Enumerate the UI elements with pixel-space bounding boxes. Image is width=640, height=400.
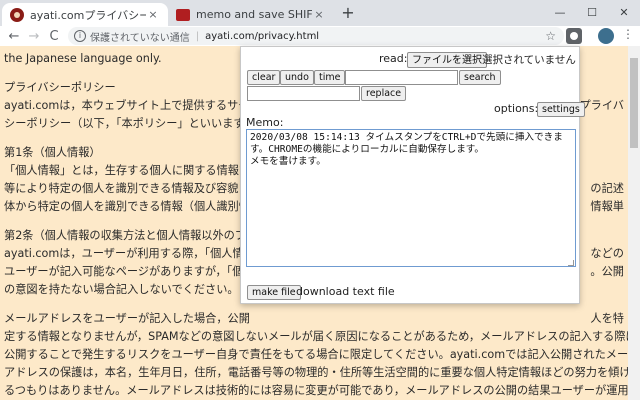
- page-text: の意図を持たない場合記入しないでください。: [4, 283, 239, 296]
- info-icon[interactable]: i: [74, 30, 86, 42]
- browser-menu-icon[interactable]: ⋮: [620, 27, 636, 41]
- clear-button[interactable]: clear: [247, 70, 281, 85]
- page-text: the Japanese language only.: [4, 52, 162, 65]
- page-text: シーポリシー（以下，「本ポリシー」といいます: [4, 117, 245, 130]
- page-text: ayati.comは，本ウェブサイト上で提供するサービ: [4, 99, 261, 112]
- page-text: ayati.comは，ユーザーが利用する際，「個人情報: [4, 247, 255, 260]
- memo-extension-icon[interactable]: [566, 28, 582, 44]
- page-text-fragment: などの: [590, 247, 624, 260]
- profile-avatar[interactable]: [598, 28, 614, 44]
- search-button[interactable]: search: [459, 70, 501, 85]
- tab-title: ayati.comプライバシーポリシー: [30, 8, 146, 22]
- url-text[interactable]: ayati.com/privacy.html: [205, 31, 319, 42]
- page-text-line: メールアドレスをユーザーが記入した場合，公開 人を特: [4, 310, 624, 328]
- back-button[interactable]: ←: [4, 29, 24, 44]
- tab-title: memo and save SHIFT-JIS text fil: [196, 8, 312, 21]
- memo-label: Memo:: [246, 116, 284, 129]
- tab-privacy-policy[interactable]: ayati.comプライバシーポリシー ×: [2, 3, 168, 26]
- browser-toolbar: ← → C i 保護されていない通信 | ayati.com/privacy.h…: [0, 26, 640, 46]
- page-text-fragment: プライバ: [579, 99, 624, 112]
- ayati-favicon-icon: [10, 7, 24, 22]
- page-text-line: アドレスの保護は，本名，生年月日，住所，電話番号等の物理的・住所等生活空間的に重…: [4, 364, 628, 382]
- bookmark-star-icon[interactable]: ☆: [545, 29, 556, 43]
- minimize-button[interactable]: —: [544, 0, 576, 26]
- page-text-line: 定する情報となりませんが，SPAMなどの意図しないメールが届く原因になることがあ…: [4, 328, 628, 346]
- security-status: 保護されていない通信: [90, 32, 190, 44]
- page-text-fragment: 人を特: [590, 312, 624, 325]
- memo-popup: read: ファイルを選択 選択されていません clear undo time …: [240, 46, 585, 304]
- tab-memo-extension[interactable]: memo and save SHIFT-JIS text fil ×: [168, 3, 334, 26]
- page-text-fragment: 情報単: [590, 200, 624, 213]
- close-window-button[interactable]: ✕: [608, 0, 640, 26]
- tab-close-icon[interactable]: ×: [146, 8, 160, 21]
- read-label: read:: [379, 52, 408, 65]
- page-text: るつもりはありません。メールアドレスは技術的には容易に変更が可能であり，メールア…: [4, 384, 628, 397]
- scrollbar-thumb[interactable]: [630, 58, 638, 148]
- time-button[interactable]: time: [314, 70, 346, 85]
- settings-button[interactable]: settings: [537, 102, 585, 117]
- replace-input[interactable]: [247, 86, 360, 101]
- resize-handle[interactable]: [568, 260, 574, 266]
- address-separator: |: [195, 30, 200, 42]
- page-text: 「個人情報」とは，生存する個人に関する情報で: [4, 164, 251, 177]
- memo-textarea[interactable]: 2020/03/08 15:14:13 タイムスタンプをCTRL+Dで先頭に挿入…: [246, 129, 576, 267]
- page-text-fragment: の記述: [590, 182, 624, 195]
- undo-button[interactable]: undo: [280, 70, 314, 85]
- tab-close-icon[interactable]: ×: [312, 8, 326, 21]
- tab-strip: ayati.comプライバシーポリシー × memo and save SHIF…: [0, 0, 640, 26]
- choose-file-button[interactable]: ファイルを選択: [407, 52, 487, 68]
- address-bar[interactable]: i 保護されていない通信 | ayati.com/privacy.html ☆: [68, 27, 564, 45]
- page-text-fragment: 。公開: [590, 265, 624, 278]
- page-text: 第1条（個人情報）: [4, 146, 101, 159]
- page-text: 公開することで発生するリスクをユーザー自身で責任をもてる場合に限定してください。…: [4, 348, 628, 361]
- store-favicon-icon: [176, 8, 190, 21]
- page-text: メールアドレスをユーザーが記入した場合，公開: [4, 312, 250, 325]
- reload-button[interactable]: C: [44, 29, 64, 44]
- page-scrollbar[interactable]: [628, 46, 640, 400]
- page-text: 定する情報となりませんが，SPAMなどの意図しないメールが届く原因になることがあ…: [4, 330, 628, 343]
- maximize-button[interactable]: ☐: [576, 0, 608, 26]
- page-text-line: るつもりはありません。メールアドレスは技術的には容易に変更が可能であり，メールア…: [4, 382, 628, 400]
- page-text: アドレスの保護は，本名，生年月日，住所，電話番号等の物理的・住所等生活空間的に重…: [4, 366, 628, 379]
- page-text: 第2条（個人情報の収集方法と個人情報以外のプ: [4, 229, 247, 242]
- options-label: options:: [494, 102, 539, 115]
- forward-button[interactable]: →: [24, 29, 44, 44]
- download-label: download text file: [296, 285, 395, 298]
- page-text: プライバシーポリシー: [4, 81, 116, 94]
- page-text-line: 公開することで発生するリスクをユーザー自身で責任をもてる場合に限定してください。…: [4, 346, 628, 364]
- replace-button[interactable]: replace: [361, 86, 407, 101]
- file-status: 選択されていません: [482, 54, 576, 66]
- page-text: 等により特定の個人を識別できる情報及び容貌，: [4, 182, 250, 195]
- new-tab-button[interactable]: +: [338, 3, 358, 23]
- page-text: ユーザーが記入可能なページがありますが，「個: [4, 265, 244, 278]
- page-text: 体から特定の個人を識別できる情報（個人識別情: [4, 200, 250, 213]
- search-input[interactable]: [345, 70, 458, 85]
- make-file-button[interactable]: make file: [247, 285, 301, 300]
